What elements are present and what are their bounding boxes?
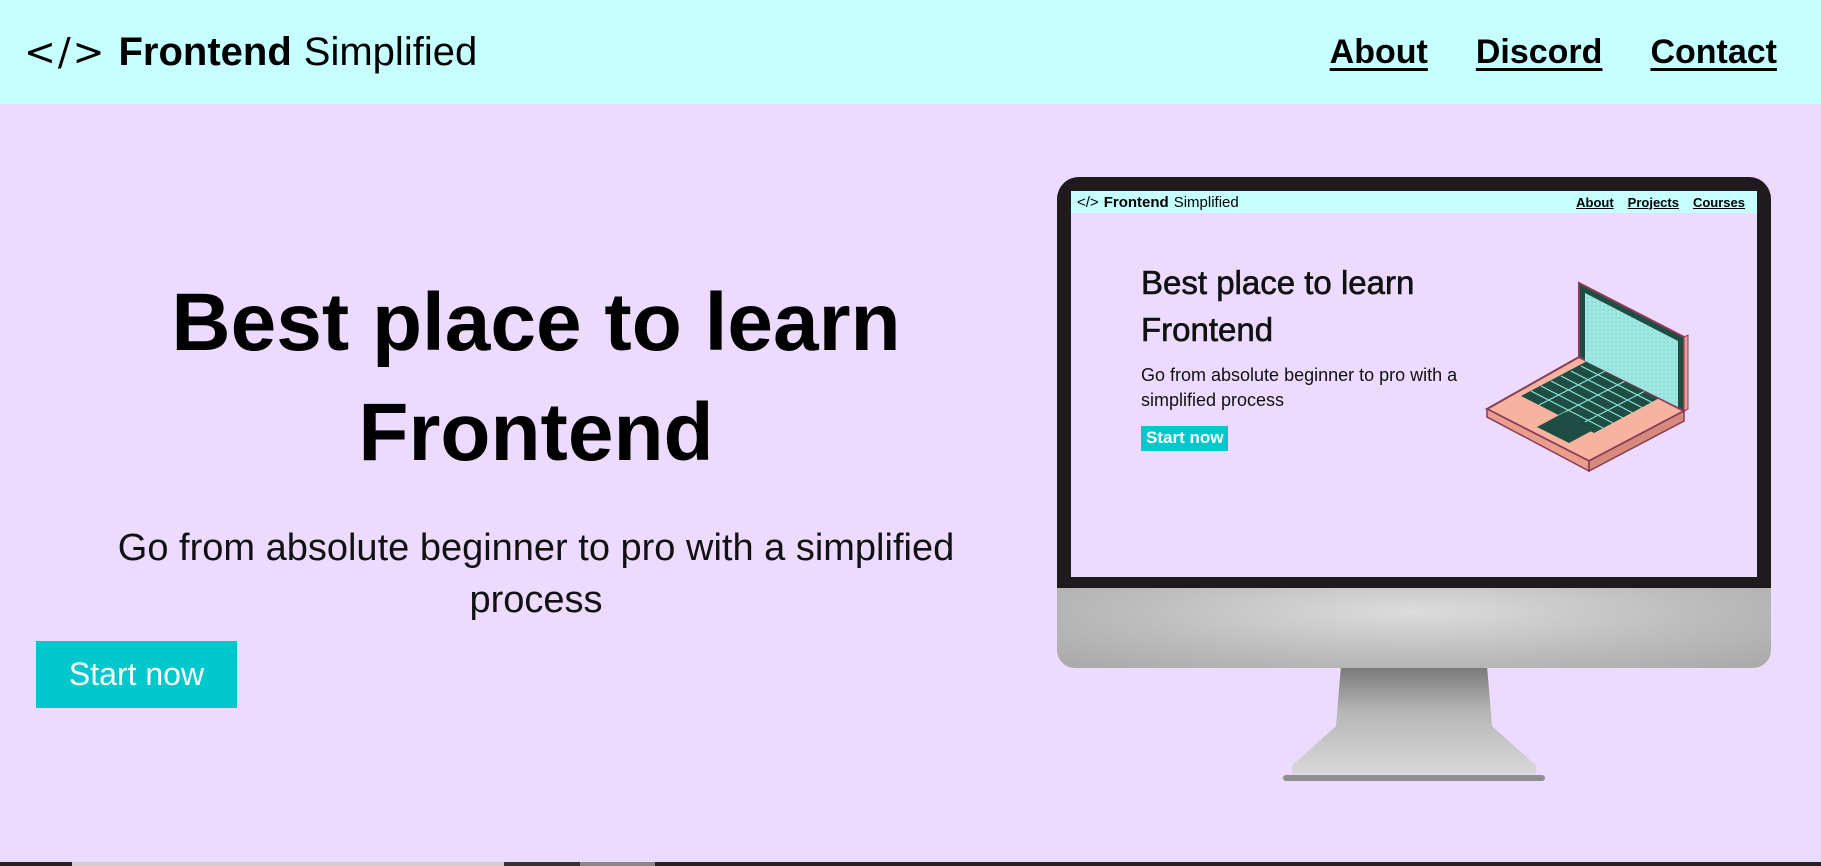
hero-subtitle: Go from absolute beginner to pro with a …: [117, 527, 955, 621]
logo-text-light: Simplified: [303, 29, 478, 74]
mini-nav-links: About Projects Courses: [1576, 195, 1745, 210]
mini-code-brackets-icon: </>: [1077, 193, 1099, 211]
monitor-screen: </> Frontend Simplified About Projects C…: [1071, 191, 1757, 577]
hero-title-line-2: Frontend: [358, 387, 714, 478]
mini-link-about: About: [1576, 194, 1614, 210]
mini-start-now-button: Start now: [1141, 426, 1229, 451]
logo-text-bold: Frontend: [118, 29, 292, 74]
bottom-edge-strip: [0, 862, 1821, 866]
laptop-icon: [1484, 281, 1689, 473]
code-brackets-icon: </>: [24, 30, 107, 74]
mini-hero: Best place to learn Frontend Go from abs…: [1141, 259, 1521, 451]
nav-links: About Discord Contact: [1330, 33, 1777, 72]
monitor-chin: [1057, 588, 1771, 668]
start-now-button[interactable]: Start now: [36, 641, 237, 708]
nav-link-about[interactable]: About: [1330, 33, 1428, 72]
site-logo[interactable]: </> Frontend Simplified: [24, 30, 477, 75]
hero-title: Best place to learn Frontend: [36, 268, 1036, 488]
mini-hero-title-line-1: Best place to learn: [1141, 264, 1415, 302]
mini-link-projects: Projects: [1627, 194, 1679, 210]
monitor-illustration: </> Frontend Simplified About Projects C…: [1057, 177, 1771, 784]
nav-link-contact[interactable]: Contact: [1650, 33, 1777, 72]
mini-navbar: </> Frontend Simplified About Projects C…: [1071, 191, 1757, 213]
mini-hero-title: Best place to learn Frontend: [1141, 259, 1521, 353]
top-navbar: </> Frontend Simplified About Discord Co…: [0, 0, 1821, 104]
hero-section: Best place to learn Frontend Go from abs…: [36, 268, 1036, 626]
mini-hero-title-line-2: Frontend: [1141, 311, 1274, 349]
monitor-stand: [1292, 668, 1536, 774]
nav-link-discord[interactable]: Discord: [1476, 33, 1603, 72]
hero-title-line-1: Best place to learn: [171, 277, 901, 368]
monitor-base: [1283, 775, 1545, 781]
mini-logo-bold: Frontend: [1103, 193, 1169, 211]
mini-hero-subtitle: Go from absolute beginner to pro with a …: [1141, 365, 1458, 410]
mini-link-courses: Courses: [1692, 194, 1745, 210]
mini-logo: </> Frontend Simplified: [1077, 194, 1239, 211]
mini-logo-light: Simplified: [1173, 193, 1239, 211]
